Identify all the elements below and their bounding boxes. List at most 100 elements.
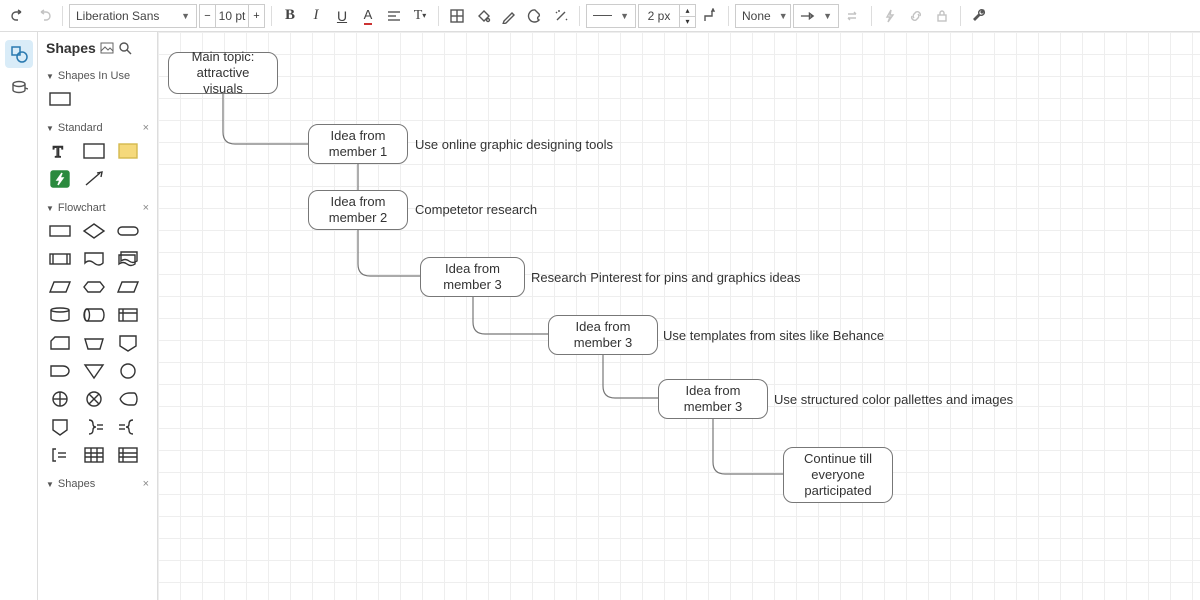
separator: [871, 6, 872, 26]
shape-table[interactable]: [80, 444, 108, 466]
align-button[interactable]: [382, 4, 406, 28]
shape-offpage[interactable]: [114, 332, 142, 354]
font-size-stepper[interactable]: − 10 pt +: [199, 4, 265, 28]
connector-type-button[interactable]: [698, 4, 722, 28]
shape-manual[interactable]: [80, 332, 108, 354]
shape-terminator[interactable]: [114, 220, 142, 242]
image-icon[interactable]: [100, 41, 114, 55]
node-member1[interactable]: Idea from member 1: [308, 124, 408, 164]
shape-merge[interactable]: [80, 360, 108, 382]
line-width-stepper[interactable]: 2 px ▴ ▾: [638, 4, 696, 28]
swap-ends-button[interactable]: [841, 4, 865, 28]
shape-rect[interactable]: [46, 88, 74, 110]
shape-sticky-note[interactable]: [114, 140, 142, 162]
magic-button[interactable]: [549, 4, 573, 28]
shape-text[interactable]: T: [46, 140, 74, 162]
shape-arrow[interactable]: [80, 168, 108, 190]
shape-internal[interactable]: [114, 304, 142, 326]
shape-directdata[interactable]: [80, 304, 108, 326]
shape-document[interactable]: [80, 248, 108, 270]
group-flowchart[interactable]: ▼ Flowchart ×: [42, 196, 153, 218]
shape-predefined[interactable]: [46, 248, 74, 270]
shape-action[interactable]: [46, 168, 74, 190]
node-continue[interactable]: Continue till everyone participated: [783, 447, 893, 503]
line-width-decrease[interactable]: ▾: [680, 16, 696, 28]
note-2[interactable]: Competetor research: [415, 202, 537, 217]
shape-database[interactable]: [46, 304, 74, 326]
left-rail: [0, 32, 38, 600]
link-icon: [908, 8, 924, 24]
font-color-button[interactable]: A: [356, 4, 380, 28]
shape-display[interactable]: [114, 388, 142, 410]
chevron-down-icon: ▼: [779, 11, 788, 21]
lock-button[interactable]: [930, 4, 954, 28]
close-icon[interactable]: ×: [143, 478, 149, 490]
line-style-select[interactable]: ▼: [586, 4, 636, 28]
group-shapes-in-use[interactable]: ▼ Shapes In Use: [42, 64, 153, 86]
shapes-rail-button[interactable]: [5, 40, 33, 68]
text-style-button[interactable]: T▾: [408, 4, 432, 28]
note-4[interactable]: Use templates from sites like Behance: [663, 328, 884, 343]
shape-preparation[interactable]: [80, 276, 108, 298]
table-icon: [449, 8, 465, 24]
canvas[interactable]: Main topic: attractive visuals Idea from…: [158, 32, 1200, 600]
node-member3c[interactable]: Idea from member 3: [658, 379, 768, 419]
note-5[interactable]: Use structured color pallettes and image…: [774, 392, 1013, 407]
node-main-topic[interactable]: Main topic: attractive visuals: [168, 52, 278, 94]
shape-brace-right[interactable]: [80, 416, 108, 438]
fill-color-button[interactable]: [471, 4, 495, 28]
lock-icon: [934, 8, 950, 24]
bold-button[interactable]: B: [278, 4, 302, 28]
pencil-icon: [501, 8, 517, 24]
shape-swimlane[interactable]: [114, 444, 142, 466]
shape-multidoc[interactable]: [114, 248, 142, 270]
shape-card[interactable]: [46, 332, 74, 354]
undo-button[interactable]: [6, 4, 30, 28]
shape-bracket[interactable]: [46, 444, 74, 466]
close-icon[interactable]: ×: [143, 122, 149, 134]
redo-button[interactable]: [32, 4, 56, 28]
node-member3a[interactable]: Idea from member 3: [420, 257, 525, 297]
chevron-down-icon: ▼: [823, 11, 832, 21]
note-3[interactable]: Research Pinterest for pins and graphics…: [531, 270, 801, 285]
shape-brace-left[interactable]: [114, 416, 142, 438]
chevron-down-icon: ▼: [46, 204, 54, 213]
shape-delay[interactable]: [46, 360, 74, 382]
node-member3b[interactable]: Idea from member 3: [548, 315, 658, 355]
font-size-value[interactable]: 10 pt: [215, 4, 249, 28]
group-shapes[interactable]: ▼ Shapes ×: [42, 472, 153, 494]
line-head-select[interactable]: None ▼: [735, 4, 791, 28]
note-1[interactable]: Use online graphic designing tools: [415, 137, 613, 152]
shape-rect[interactable]: [80, 140, 108, 162]
insert-table-button[interactable]: [445, 4, 469, 28]
paint-bucket-icon: [475, 8, 491, 24]
line-width-value[interactable]: 2 px: [638, 4, 680, 28]
settings-button[interactable]: [967, 4, 991, 28]
shape-connector[interactable]: [114, 360, 142, 382]
shape-decision[interactable]: [80, 220, 108, 242]
wrench-icon: [971, 8, 987, 24]
link-button[interactable]: [904, 4, 928, 28]
font-size-decrease[interactable]: −: [199, 4, 215, 28]
line-tail-select[interactable]: ▼: [793, 4, 839, 28]
line-color-button[interactable]: [497, 4, 521, 28]
line-width-increase[interactable]: ▴: [680, 4, 696, 16]
underline-button[interactable]: U: [330, 4, 354, 28]
shape-offpage2[interactable]: [46, 416, 74, 438]
action-button[interactable]: [878, 4, 902, 28]
font-size-increase[interactable]: +: [249, 4, 265, 28]
shape-or[interactable]: [80, 388, 108, 410]
italic-button[interactable]: I: [304, 4, 328, 28]
search-icon[interactable]: [118, 41, 132, 55]
shape-data[interactable]: [114, 276, 142, 298]
shape-process[interactable]: [46, 220, 74, 242]
close-icon[interactable]: ×: [143, 202, 149, 214]
theme-button[interactable]: [523, 4, 547, 28]
shape-io[interactable]: [46, 276, 74, 298]
group-standard[interactable]: ▼ Standard ×: [42, 116, 153, 138]
data-rail-button[interactable]: [5, 74, 33, 102]
shapes-icon: [10, 45, 28, 63]
shape-summing[interactable]: [46, 388, 74, 410]
font-family-select[interactable]: Liberation Sans ▼: [69, 4, 197, 28]
node-member2[interactable]: Idea from member 2: [308, 190, 408, 230]
